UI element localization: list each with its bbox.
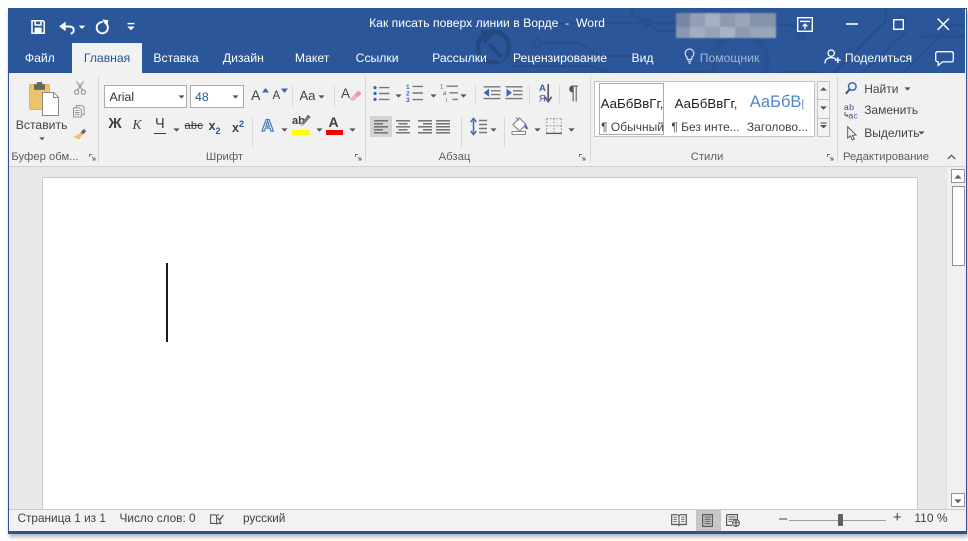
svg-text:i: i [446,98,447,104]
svg-text:3: 3 [406,97,410,104]
svg-text:1: 1 [440,85,444,91]
svg-text:a: a [443,91,447,97]
svg-text:А: А [539,83,546,94]
svg-text:Я: Я [539,94,546,105]
